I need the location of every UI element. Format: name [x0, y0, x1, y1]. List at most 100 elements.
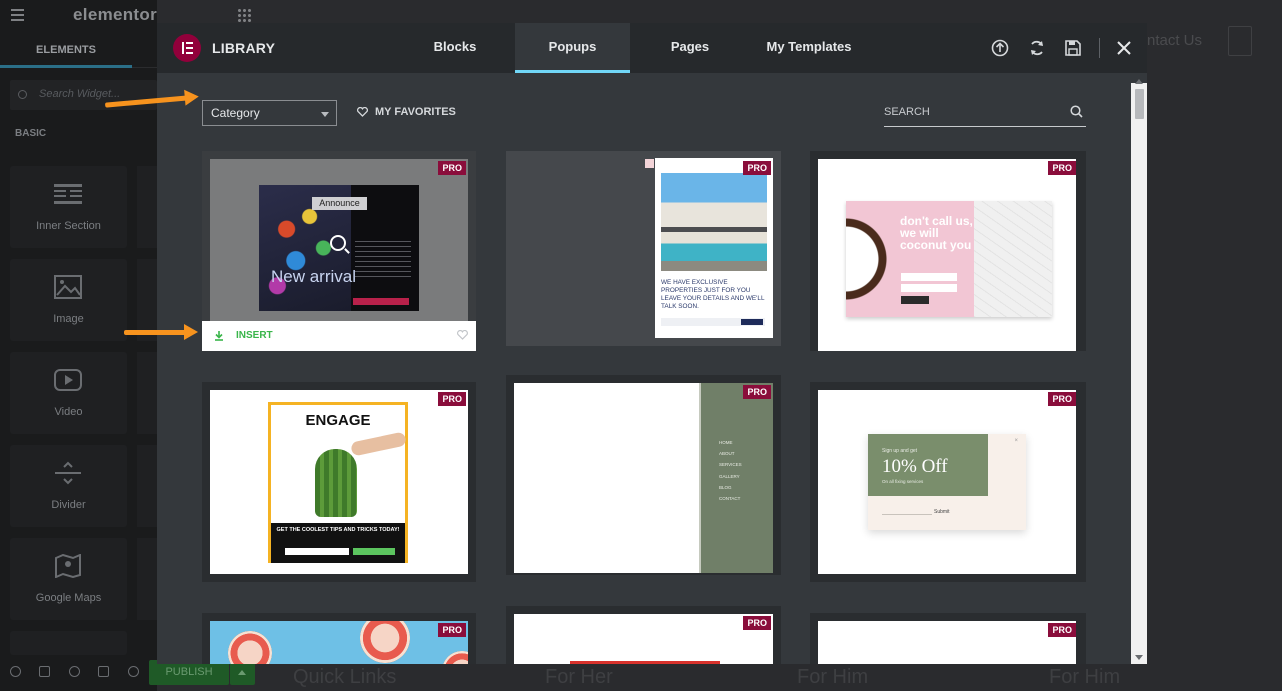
template-card[interactable]: PRO — [810, 613, 1086, 664]
panel-topbar: elementor — [0, 0, 157, 30]
popup-close-icon: × — [1014, 438, 1018, 444]
pro-badge: PRO — [743, 161, 771, 175]
template-card[interactable]: PRO — [202, 613, 476, 664]
widget-partial[interactable] — [10, 631, 127, 655]
tab-pages[interactable]: Pages — [650, 23, 730, 73]
template-preview[interactable]: Announce New arrival PRO — [202, 151, 476, 321]
house-popup-form — [661, 318, 765, 326]
cart-icon — [1228, 26, 1252, 56]
save-icon[interactable] — [1064, 39, 1082, 57]
search-icon — [1070, 105, 1083, 118]
scroll-thumb[interactable] — [1135, 89, 1144, 119]
menu-item: BLOG — [719, 484, 732, 490]
sync-icon[interactable] — [1028, 39, 1046, 57]
preview-icon[interactable] — [128, 666, 139, 677]
tab-popups[interactable]: Popups — [515, 23, 630, 73]
search-icon — [18, 90, 27, 99]
annotation-arrow-insert — [124, 324, 198, 340]
announce-badge: Announce — [312, 197, 367, 210]
house-photo — [661, 173, 767, 271]
red-banner-thumb — [570, 661, 720, 664]
grapefruit-image — [228, 631, 272, 664]
widget-label: Video — [54, 406, 83, 418]
engage-email-field — [285, 548, 349, 555]
discount-kicker: Sign up and get — [882, 448, 918, 454]
widget-google-maps[interactable]: Google Maps — [10, 538, 127, 620]
download-icon[interactable] — [214, 330, 224, 341]
panel-tabs: ELEMENTS — [0, 36, 157, 68]
widget-divider[interactable]: Divider — [10, 445, 127, 527]
menu-item: HOME — [719, 440, 733, 445]
upload-icon[interactable] — [991, 39, 1009, 57]
widget-search-input[interactable]: Search Widget... — [10, 80, 157, 110]
scroll-up-arrow-icon[interactable] — [1135, 79, 1143, 84]
menu-icon[interactable] — [11, 9, 25, 21]
cactus-image — [315, 449, 357, 517]
template-preview[interactable] — [210, 621, 468, 664]
template-card[interactable]: HOME ABOUT SERVICES GALLERY BLOG CONTACT… — [506, 375, 781, 575]
widget-image[interactable]: Image — [10, 259, 127, 341]
widget-video[interactable]: Video — [10, 352, 127, 434]
discount-submit: Submit — [934, 509, 950, 515]
template-card[interactable]: don't call us, we will coconut you PRO — [810, 151, 1086, 351]
template-preview[interactable]: Sign up and get 10% Off On all fixing se… — [818, 390, 1076, 574]
library-search-input[interactable]: SEARCH — [884, 100, 1086, 127]
my-favorites-toggle[interactable]: MY FAVORITES — [357, 106, 456, 118]
template-card[interactable]: Sign up and get 10% Off On all fixing se… — [810, 382, 1086, 582]
template-card[interactable]: WE HAVE EXCLUSIVE PROPERTIES JUST FOR YO… — [506, 151, 781, 346]
responsive-icon[interactable] — [98, 666, 109, 677]
map-icon — [55, 554, 81, 578]
library-header: LIBRARY Blocks Popups Pages My Templates — [157, 23, 1147, 73]
template-card[interactable]: Announce New arrival PRO INSERT — [202, 151, 476, 351]
history-icon[interactable] — [69, 666, 80, 677]
template-card[interactable]: PRO — [506, 606, 781, 664]
brand-logo: elementor — [73, 5, 157, 24]
widget-inner-section[interactable]: Inner Section — [10, 166, 127, 248]
side-menu-thumbnail: HOME ABOUT SERVICES GALLERY BLOG CONTACT — [699, 383, 773, 573]
popup-close-icon — [645, 159, 654, 168]
coconut-headline: don't call us, we will coconut you — [900, 214, 973, 252]
tab-elements[interactable]: ELEMENTS — [0, 36, 132, 68]
widget-label: Google Maps — [35, 592, 102, 604]
template-preview[interactable]: don't call us, we will coconut you — [818, 159, 1076, 351]
scroll-down-arrow-icon[interactable] — [1135, 655, 1143, 660]
tab-my-templates[interactable]: My Templates — [755, 23, 863, 73]
template-card[interactable]: ENGAGE GET THE COOLEST TIPS AND TRICKS T… — [202, 382, 476, 582]
widget-label: Inner Section — [36, 220, 101, 232]
widget-column-2[interactable] — [137, 538, 157, 620]
zoom-icon[interactable] — [330, 235, 346, 251]
pro-badge: PRO — [1048, 623, 1076, 637]
section-basic[interactable]: BASIC — [15, 128, 46, 139]
widget-column-2[interactable] — [137, 352, 157, 434]
discount-popup-thumbnail: Sign up and get 10% Off On all fixing se… — [868, 434, 1026, 530]
discount-headline: 10% Off — [882, 456, 948, 477]
inner-section-icon — [54, 184, 82, 204]
tab-blocks[interactable]: Blocks — [415, 23, 495, 73]
library-scrollbar[interactable] — [1131, 79, 1147, 664]
header-divider — [1099, 38, 1100, 58]
new-arrival-headline: New arrival — [271, 267, 357, 286]
widget-column-2[interactable] — [137, 259, 157, 341]
house-popup-thumbnail: WE HAVE EXCLUSIVE PROPERTIES JUST FOR YO… — [655, 158, 773, 338]
discount-input-line — [882, 514, 932, 515]
favorite-heart-icon[interactable] — [457, 330, 468, 340]
category-select[interactable]: Category — [202, 100, 337, 126]
widget-label: Divider — [51, 499, 86, 511]
template-preview[interactable]: HOME ABOUT SERVICES GALLERY BLOG CONTACT — [514, 383, 773, 573]
engage-popup-thumbnail: ENGAGE GET THE COOLEST TIPS AND TRICKS T… — [268, 402, 408, 563]
menu-item: CONTACT — [719, 496, 741, 502]
coconut-input — [901, 273, 957, 281]
close-icon[interactable] — [1115, 39, 1133, 57]
insert-button[interactable]: INSERT — [236, 330, 273, 341]
settings-icon[interactable] — [10, 666, 21, 677]
template-preview[interactable] — [818, 621, 1076, 664]
bg-footer-heading: For Him — [1049, 666, 1121, 688]
widget-column-2[interactable] — [137, 166, 157, 248]
apps-grid-icon[interactable] — [237, 8, 251, 22]
widget-column-2[interactable] — [137, 445, 157, 527]
library-body: Category MY FAVORITES SEARCH Announce Ne… — [157, 73, 1131, 664]
navigator-icon[interactable] — [39, 666, 50, 677]
template-preview[interactable]: ENGAGE GET THE COOLEST TIPS AND TRICKS T… — [210, 390, 468, 574]
template-preview[interactable] — [514, 614, 773, 664]
body-text-lines — [355, 241, 411, 281]
